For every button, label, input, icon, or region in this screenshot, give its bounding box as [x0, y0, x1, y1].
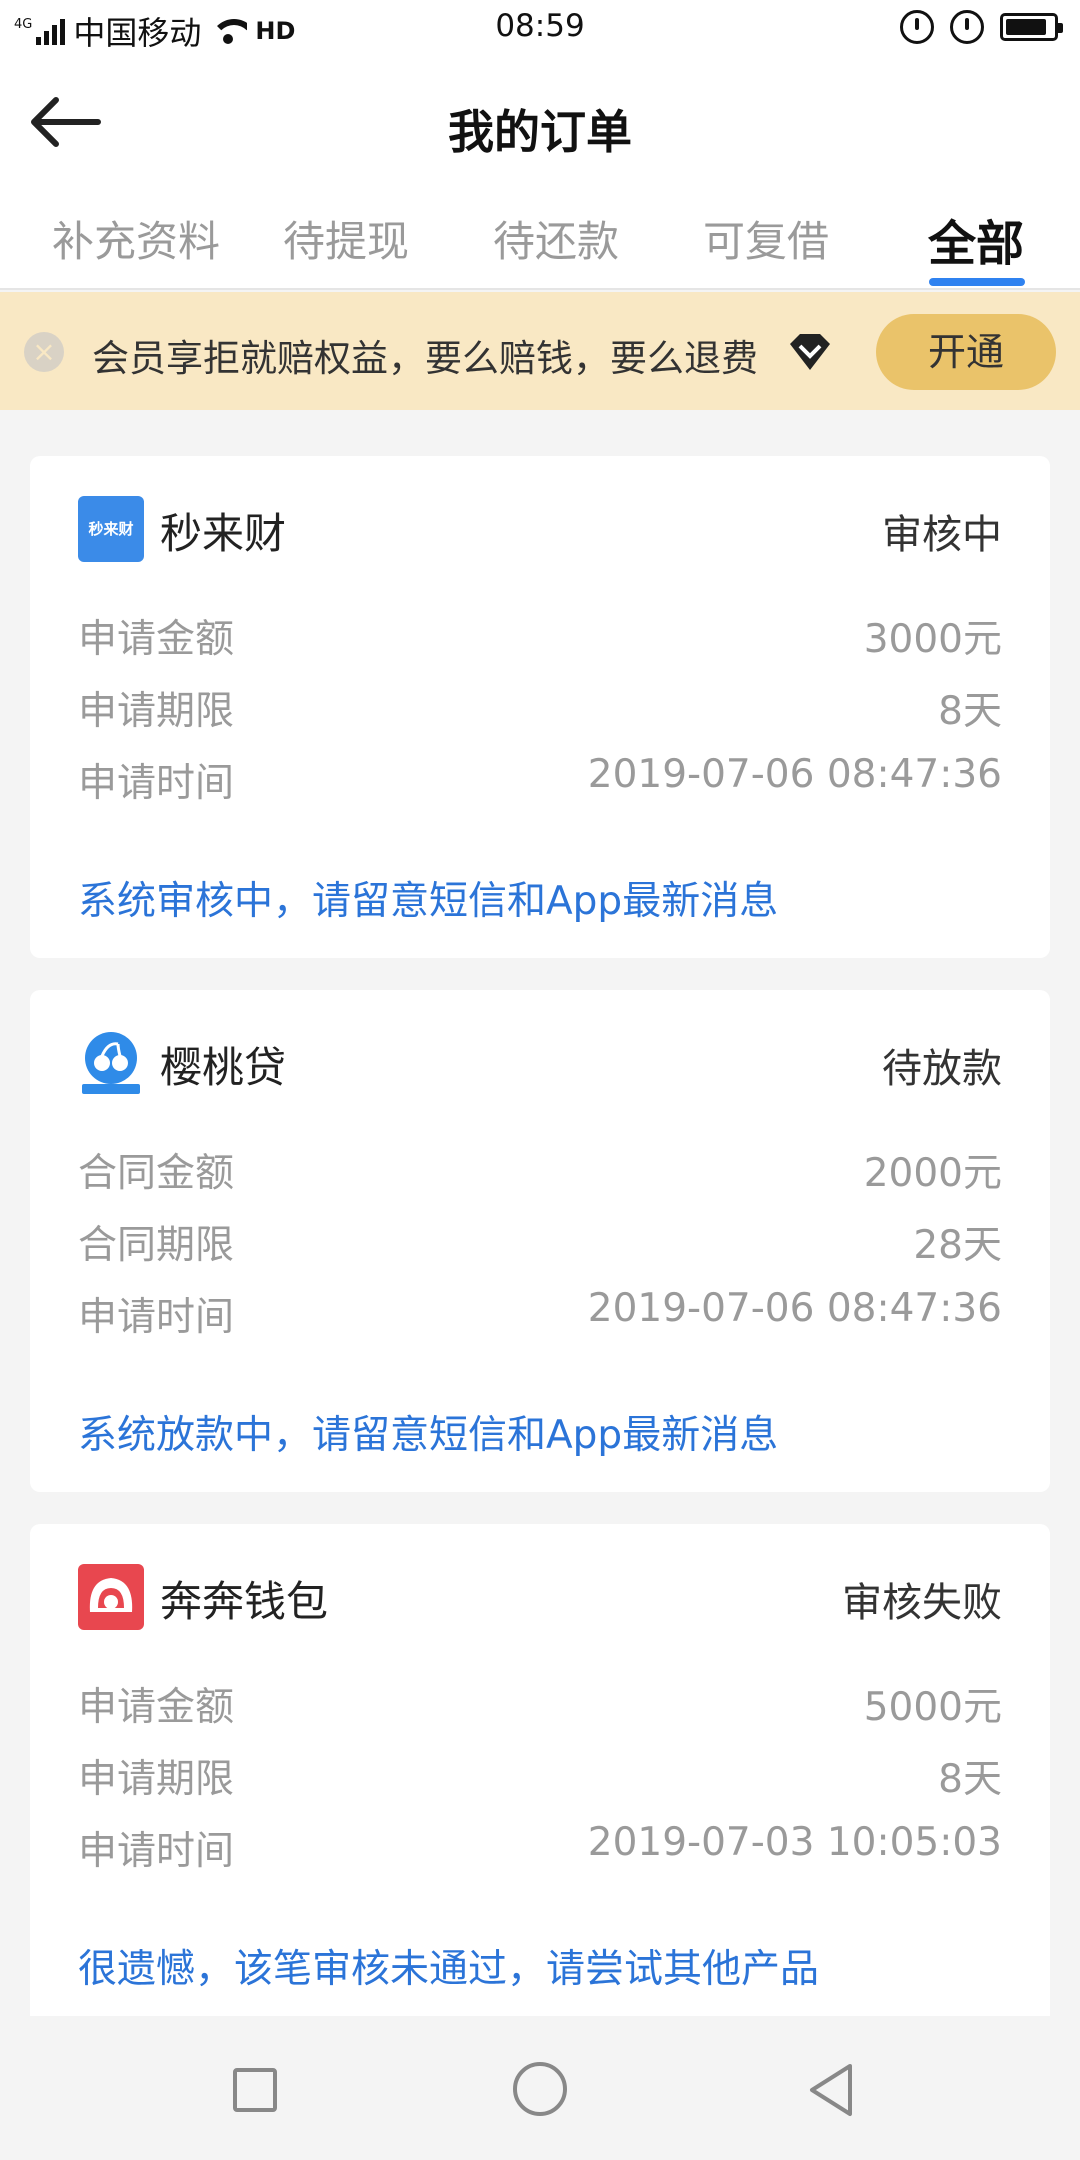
tab-supplement[interactable]: 补充资料: [52, 208, 220, 269]
detail-row: 申请时间 2019-07-06 08:47:36: [78, 752, 1002, 812]
detail-label: 申请期限: [78, 689, 235, 734]
detail-value: 3000元: [863, 617, 1002, 662]
detail-row: 申请时间 2019-07-03 10:05:03: [78, 1820, 1002, 1880]
order-status: 审核失败: [842, 1580, 1002, 1626]
product-name: 樱桃贷: [160, 1043, 287, 1092]
detail-label: 申请时间: [78, 1829, 235, 1874]
order-card[interactable]: 樱桃贷 待放款 合同金额 2000元 合同期限 28天 申请时间 2019-07…: [30, 990, 1050, 1492]
yingtaodai-logo-icon: [78, 1030, 144, 1096]
membership-banner: × 会员享拒就赔权益，要么赔钱，要么退费 开通: [0, 292, 1080, 410]
detail-value: 5000元: [863, 1685, 1002, 1730]
system-nav-bar: [0, 2016, 1080, 2160]
page-title: 我的订单: [448, 105, 632, 159]
detail-value: 2019-07-03 10:05:03: [587, 1820, 1002, 1865]
nav-back-icon[interactable]: [806, 2062, 856, 2118]
detail-value: 2000元: [863, 1151, 1002, 1196]
active-tab-indicator: [929, 278, 1025, 286]
miaolaicai-logo-icon: 秒来财: [78, 496, 144, 562]
tab-pending-repay[interactable]: 待还款: [493, 208, 619, 269]
detail-row: 申请期限 8天: [78, 1748, 1002, 1808]
activate-button[interactable]: 开通: [876, 314, 1056, 390]
banner-text: 会员享拒就赔权益，要么赔钱，要么退费: [92, 337, 758, 380]
recent-apps-icon[interactable]: [233, 2068, 277, 2112]
tab-all[interactable]: 全部: [928, 204, 1024, 274]
product-name: 奔奔钱包: [160, 1577, 329, 1626]
product-name: 秒来财: [160, 509, 287, 558]
detail-value: 28天: [913, 1223, 1002, 1268]
detail-label: 申请时间: [78, 1295, 235, 1340]
detail-value: 8天: [938, 689, 1002, 734]
tab-reborrow[interactable]: 可复借: [703, 208, 829, 269]
status-message[interactable]: 系统放款中，请留意短信和App最新消息: [78, 1404, 778, 1460]
detail-value: 8天: [938, 1757, 1002, 1802]
rotation-lock-icon: [900, 10, 934, 44]
diamond-icon: [790, 334, 830, 370]
order-card[interactable]: 秒来财 秒来财 审核中 申请金额 3000元 申请期限 8天 申请时间 2019…: [30, 456, 1050, 958]
detail-label: 申请金额: [78, 617, 235, 662]
detail-label: 合同期限: [78, 1223, 235, 1268]
tab-pending-withdraw[interactable]: 待提现: [283, 208, 409, 269]
detail-value: 2019-07-06 08:47:36: [587, 752, 1002, 797]
order-card[interactable]: 奔奔钱包 审核失败 申请金额 5000元 申请期限 8天 申请时间 2019-0…: [30, 1524, 1050, 2026]
detail-label: 申请期限: [78, 1757, 235, 1802]
status-message[interactable]: 很遗憾，该笔审核未通过，请尝试其他产品: [78, 1938, 819, 1994]
order-status: 待放款: [882, 1046, 1002, 1092]
detail-row: 申请时间 2019-07-06 08:47:36: [78, 1286, 1002, 1346]
close-icon[interactable]: ×: [24, 332, 64, 372]
detail-label: 申请时间: [78, 761, 235, 806]
battery-icon: [1000, 13, 1063, 41]
status-right: [900, 10, 1063, 44]
order-status: 审核中: [882, 512, 1002, 558]
alarm-icon: [950, 10, 984, 44]
status-message[interactable]: 系统审核中，请留意短信和App最新消息: [78, 870, 778, 926]
detail-label: 申请金额: [78, 1685, 235, 1730]
detail-row: 申请金额 5000元: [78, 1676, 1002, 1736]
detail-row: 申请金额 3000元: [78, 608, 1002, 668]
status-bar: 4G 中国移动 HD 08:59: [0, 0, 1080, 56]
top-bar: 我的订单: [0, 56, 1080, 188]
detail-row: 合同期限 28天: [78, 1214, 1002, 1274]
detail-row: 合同金额 2000元: [78, 1142, 1002, 1202]
detail-label: 合同金额: [78, 1151, 235, 1196]
benben-wallet-logo-icon: [78, 1564, 144, 1630]
detail-row: 申请期限 8天: [78, 680, 1002, 740]
order-tabs: 补充资料 待提现 待还款 可复借 全部: [0, 188, 1080, 290]
home-icon[interactable]: [513, 2062, 567, 2116]
detail-value: 2019-07-06 08:47:36: [587, 1286, 1002, 1331]
